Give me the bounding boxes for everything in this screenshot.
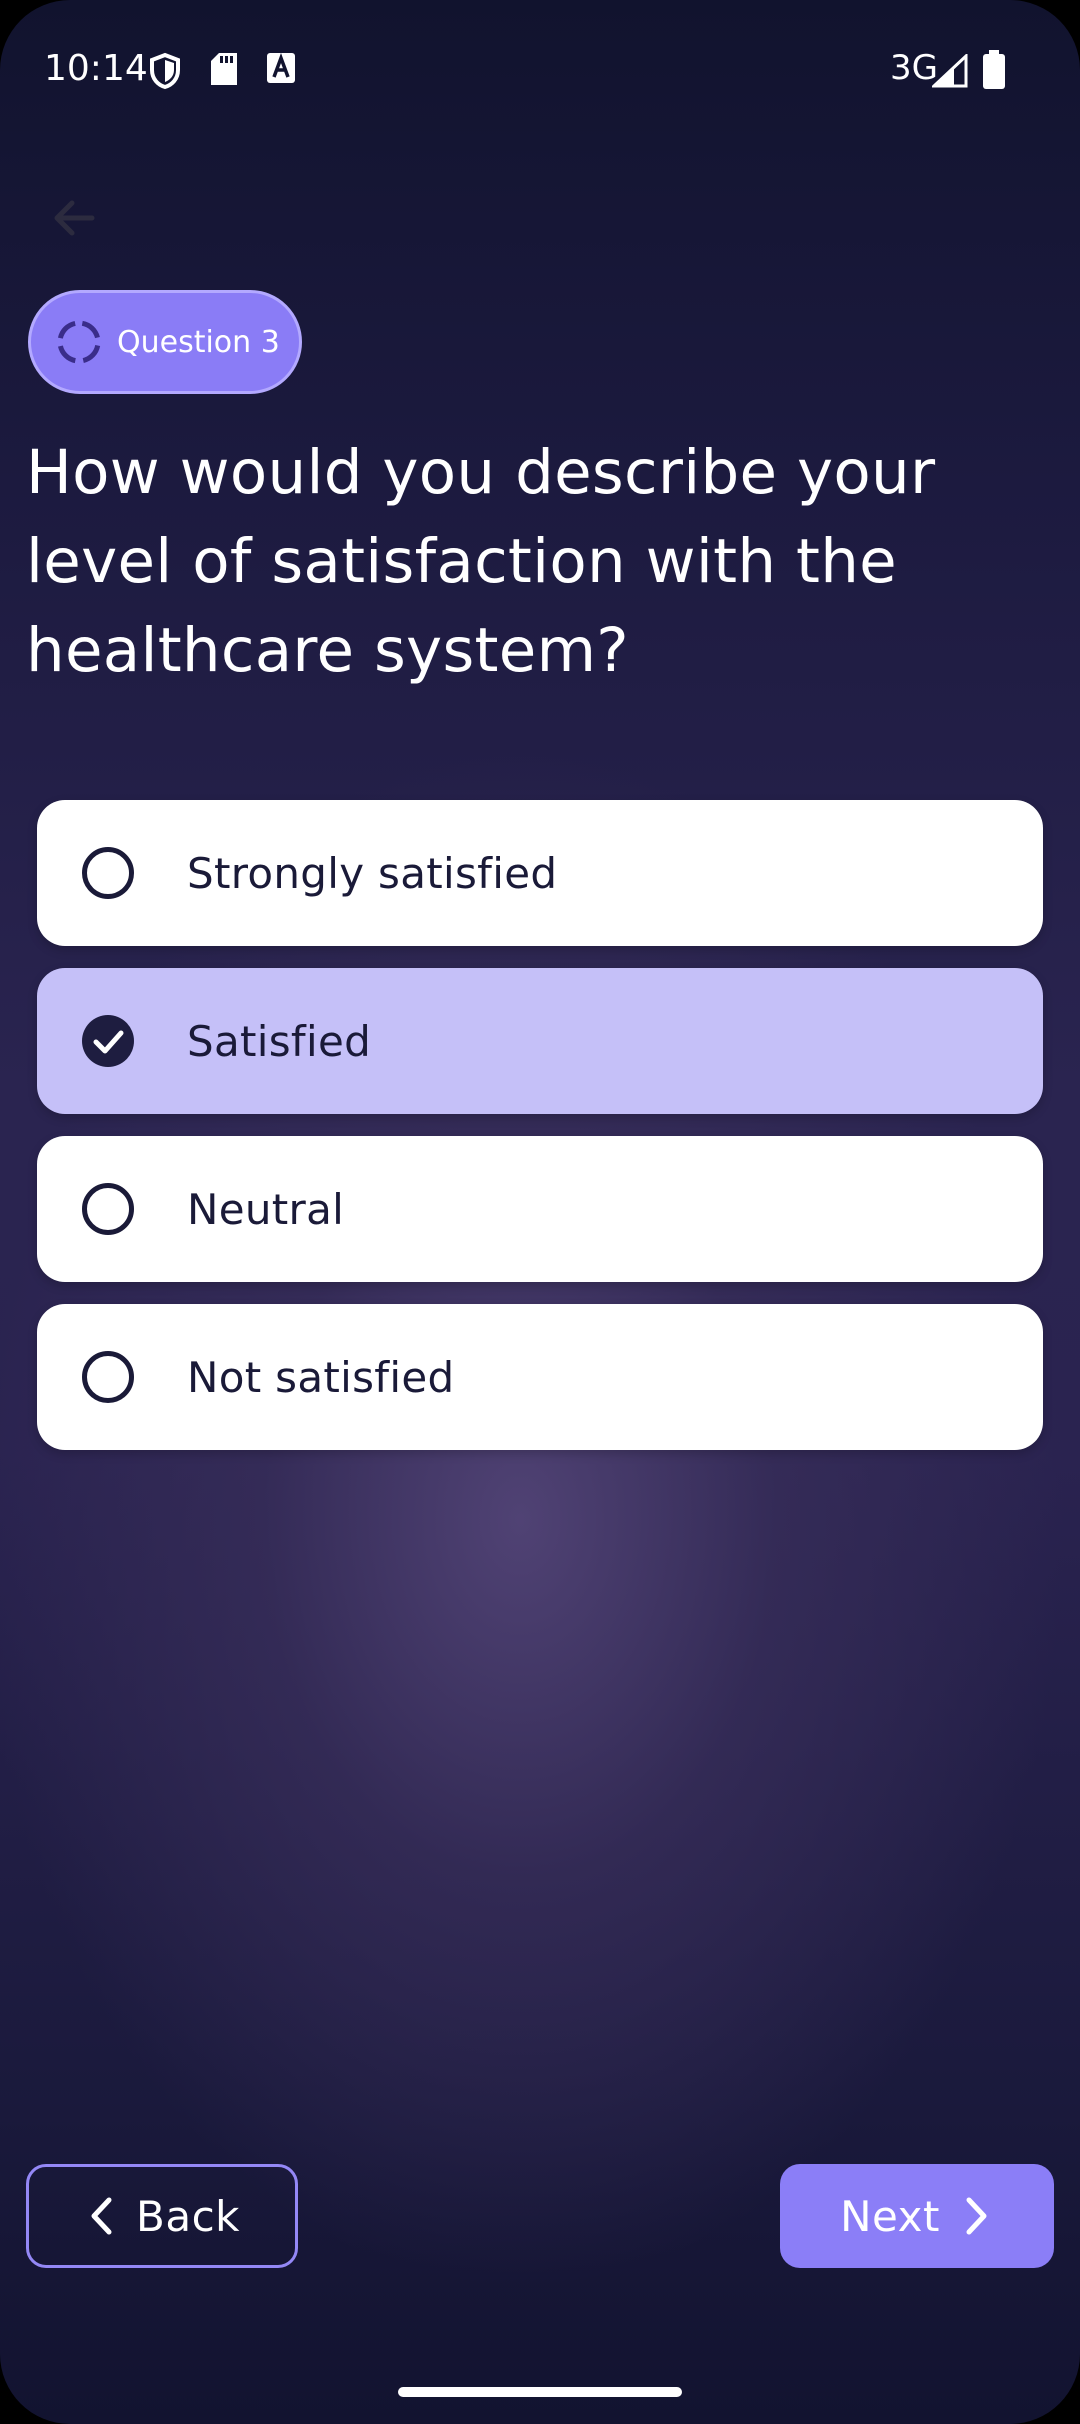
question-number: Question 3 — [117, 324, 280, 360]
radio-unchecked-icon — [82, 1183, 134, 1235]
option-label: Not satisfied — [187, 1352, 455, 1402]
option-neutral[interactable]: Neutral — [37, 1136, 1043, 1282]
question-text: How would you describe your level of sat… — [26, 437, 936, 686]
answer-options: Strongly satisfied Satisfied Neutral Not… — [37, 800, 1043, 1472]
next-button[interactable]: Next — [780, 2164, 1054, 2268]
radio-checked-icon — [82, 1015, 134, 1067]
back-button-label: Back — [136, 2191, 240, 2241]
survey-screen: 10:14 3G Question 3 How would you descri… — [0, 0, 1080, 2424]
sd-card-icon — [211, 53, 237, 85]
shield-icon — [150, 52, 180, 90]
home-indicator[interactable] — [398, 2387, 682, 2397]
status-bar: 10:14 3G — [0, 0, 1080, 140]
loading-ring-icon — [57, 320, 101, 364]
battery-icon — [983, 50, 1005, 89]
radio-unchecked-icon — [82, 847, 134, 899]
back-button[interactable]: Back — [26, 2164, 298, 2268]
radio-unchecked-icon — [82, 1351, 134, 1403]
status-time: 10:14 — [44, 48, 148, 89]
chevron-right-icon — [966, 2197, 987, 2235]
option-label: Neutral — [187, 1184, 345, 1234]
option-label: Strongly satisfied — [187, 848, 558, 898]
option-label: Satisfied — [187, 1016, 372, 1066]
option-not-satisfied[interactable]: Not satisfied — [37, 1304, 1043, 1450]
next-button-label: Next — [840, 2191, 940, 2241]
network-type: 3G — [890, 48, 938, 88]
option-strongly-satisfied[interactable]: Strongly satisfied — [37, 800, 1043, 946]
question-chip: Question 3 — [28, 290, 302, 394]
chevron-left-icon — [91, 2197, 112, 2235]
signal-icon — [932, 54, 968, 88]
option-satisfied[interactable]: Satisfied — [37, 968, 1043, 1114]
font-a-icon — [267, 52, 295, 83]
arrow-left-icon[interactable] — [46, 190, 102, 246]
